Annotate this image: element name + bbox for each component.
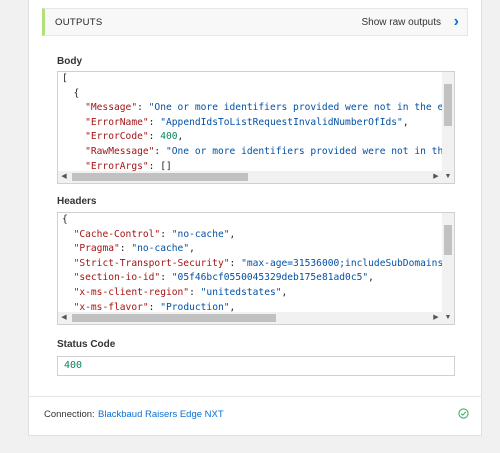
body-horizontal-scroll-thumb[interactable] bbox=[72, 173, 248, 181]
code-line: [ bbox=[62, 73, 68, 84]
chevron-right-icon[interactable]: › bbox=[454, 13, 459, 31]
body-vertical-scroll-thumb[interactable] bbox=[444, 84, 452, 126]
headers-vertical-scrollbar[interactable] bbox=[442, 213, 454, 312]
code-line: { bbox=[62, 214, 68, 225]
show-raw-outputs-link[interactable]: Show raw outputs bbox=[362, 17, 442, 28]
headers-label: Headers bbox=[57, 196, 97, 207]
code-line: "Strict-Transport-Security": "max-age=31… bbox=[73, 257, 442, 269]
code-line: { bbox=[62, 87, 80, 99]
check-circle-icon bbox=[458, 408, 469, 419]
code-line: "ErrorCode": 400, bbox=[85, 131, 184, 143]
status-code-field[interactable]: 400 bbox=[57, 356, 455, 376]
body-code-box[interactable]: [ { "Message": "One or more identifiers … bbox=[57, 71, 455, 184]
code-line: "Pragma": "no-cache", bbox=[73, 243, 195, 255]
divider bbox=[28, 396, 482, 397]
outputs-title: OUTPUTS bbox=[55, 17, 103, 28]
body-horizontal-scrollbar[interactable]: ◀ ▶ ▼ bbox=[58, 171, 454, 183]
scroll-left-arrow-icon[interactable]: ◀ bbox=[58, 171, 70, 183]
status-code-value: 400 bbox=[64, 360, 83, 371]
body-label: Body bbox=[57, 56, 82, 67]
headers-horizontal-scrollbar[interactable]: ◀ ▶ ▼ bbox=[58, 312, 454, 324]
code-line: "ErrorName": "AppendIdsToListRequestInva… bbox=[85, 116, 409, 128]
scroll-right-arrow-icon[interactable]: ▶ bbox=[430, 171, 442, 183]
connection-name-link[interactable]: Blackbaud Raisers Edge NXT bbox=[98, 409, 224, 420]
headers-horizontal-scroll-thumb[interactable] bbox=[72, 314, 276, 322]
status-code-label: Status Code bbox=[57, 339, 116, 350]
code-line: "Message": "One or more identifiers prov… bbox=[85, 102, 442, 114]
headers-code-box[interactable]: { "Cache-Control": "no-cache", "Pragma":… bbox=[57, 212, 455, 325]
headers-json: { "Cache-Control": "no-cache", "Pragma":… bbox=[62, 213, 442, 312]
code-line: "x-ms-flavor": "Production", bbox=[73, 301, 236, 312]
code-line: "Cache-Control": "no-cache", bbox=[73, 228, 236, 240]
scroll-down-arrow-icon[interactable]: ▼ bbox=[442, 171, 454, 183]
scroll-left-arrow-icon[interactable]: ◀ bbox=[58, 312, 70, 324]
connection-label: Connection: bbox=[44, 409, 95, 420]
scroll-down-arrow-icon[interactable]: ▼ bbox=[442, 312, 454, 324]
code-line: "section-io-id": "05f46bcf0550045329deb1… bbox=[73, 272, 374, 284]
code-line: "x-ms-client-region": "unitedstates", bbox=[73, 286, 288, 298]
code-line: "RawMessage": "One or more identifiers p… bbox=[85, 145, 442, 157]
body-vertical-scrollbar[interactable] bbox=[442, 72, 454, 171]
scroll-right-arrow-icon[interactable]: ▶ bbox=[430, 312, 442, 324]
outputs-header: OUTPUTS Show raw outputs › bbox=[42, 8, 468, 36]
body-json: [ { "Message": "One or more identifiers … bbox=[62, 72, 442, 171]
headers-vertical-scroll-thumb[interactable] bbox=[444, 225, 452, 255]
code-line: "ErrorArgs": [] bbox=[85, 160, 172, 171]
